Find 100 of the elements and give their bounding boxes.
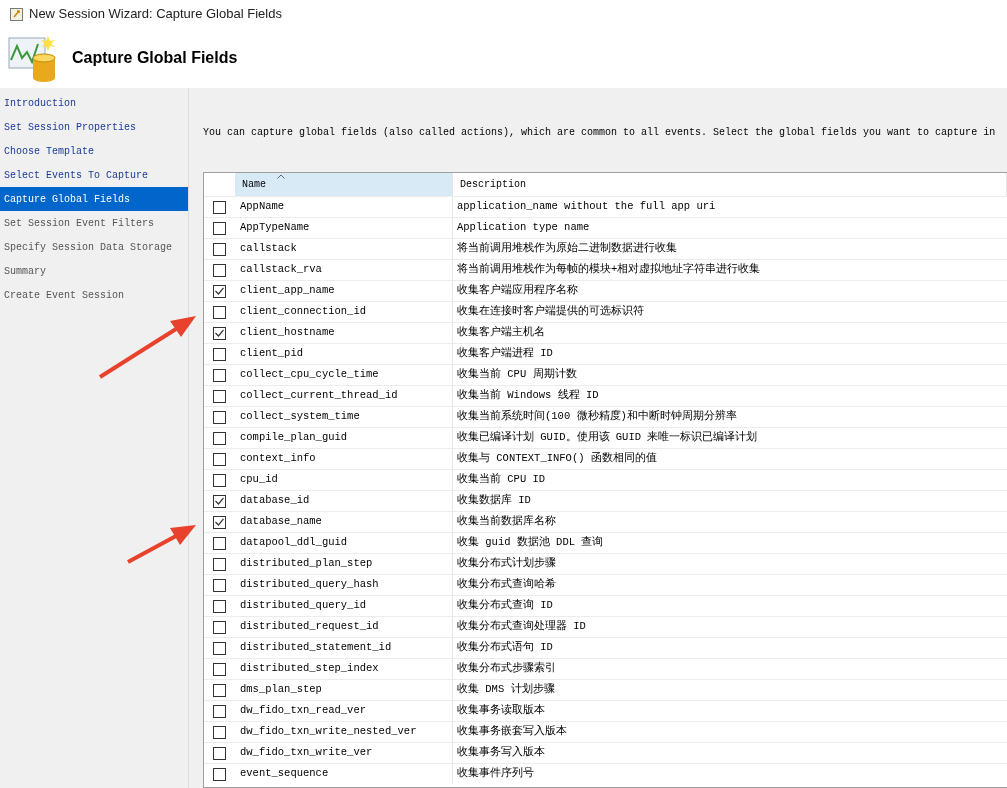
checkbox[interactable] [213, 221, 226, 235]
checkbox[interactable] [213, 389, 226, 403]
field-name-cell: callstack [235, 239, 453, 259]
wizard-step[interactable]: Specify Session Data Storage [0, 235, 188, 259]
description-cell-text: application_name without the full app uri [456, 199, 717, 215]
field-name-cell: database_id [235, 491, 453, 511]
checkmark-icon [215, 518, 224, 526]
checkmark-icon [215, 329, 224, 337]
field-name-cell: AppTypeName [235, 218, 453, 238]
checkbox[interactable] [213, 683, 226, 697]
page-title: Capture Global Fields [72, 48, 238, 68]
field-name-cell: dms_plan_step [235, 680, 453, 700]
checkbox[interactable] [213, 494, 226, 508]
field-name-cell: dw_fido_txn_write_nested_ver [235, 722, 453, 742]
description-cell-text: 收集 DMS 计划步骤 [456, 682, 556, 698]
field-name-cell: client_connection_id [235, 302, 453, 322]
description-cell-text: 收集分布式查询 ID [456, 598, 554, 614]
field-name-cell: distributed_query_id [235, 596, 453, 616]
wizard-step[interactable]: Summary [0, 259, 188, 283]
chart-database-drawing [8, 34, 58, 82]
description-cell-text: 收集在连接时客户端提供的可选标识符 [456, 304, 645, 320]
checkbox[interactable] [213, 599, 226, 613]
checkbox[interactable] [213, 200, 226, 214]
checkbox[interactable] [213, 473, 226, 487]
field-name-cell: dw_fido_txn_read_ver [235, 701, 453, 721]
window-title: New Session Wizard: Capture Global Fields [29, 5, 282, 24]
description-cell-text: 收集分布式查询哈希 [456, 577, 557, 593]
description-cell-text: 将当前调用堆栈作为每帧的模块+相对虚拟地址字符串进行收集 [456, 262, 762, 278]
description-cell-text: 收集客户端进程 ID [456, 346, 554, 362]
field-name-cell: collect_cpu_cycle_time [235, 365, 453, 385]
column-header[interactable]: Name [235, 173, 453, 196]
description-cell-text: 收集事务嵌套写入版本 [456, 724, 568, 740]
description-cell-text: 收集当前数据库名称 [456, 514, 557, 530]
wizard-step[interactable]: Choose Template [0, 139, 188, 163]
field-name-cell: callstack_rva [235, 260, 453, 280]
wizard-step[interactable]: Set Session Event Filters [0, 211, 188, 235]
description-cell-text: 收集 guid 数据池 DDL 查询 [456, 535, 605, 551]
annotation-arrow [127, 525, 196, 564]
checkbox[interactable] [213, 368, 226, 382]
description-cell-text: 收集与 CONTEXT_INFO() 函数相同的值 [456, 451, 658, 467]
checkbox[interactable] [213, 725, 226, 739]
checkbox[interactable] [213, 263, 226, 277]
checkbox[interactable] [213, 515, 226, 529]
checkmark-icon [215, 497, 224, 505]
checkbox[interactable] [213, 326, 226, 340]
checkbox[interactable] [213, 557, 226, 571]
checkbox[interactable] [213, 284, 226, 298]
field-name-cell: distributed_plan_step [235, 554, 453, 574]
description-cell-text: 收集客户端主机名 [456, 325, 546, 341]
sort-ascending-icon [277, 174, 285, 179]
description-cell-text: 将当前调用堆栈作为原始二进制数据进行收集 [456, 241, 678, 257]
description-cell-text: 收集当前 Windows 线程 ID [456, 388, 600, 404]
checkbox[interactable] [213, 641, 226, 655]
field-name-cell: AppName [235, 197, 453, 217]
field-name-cell: distributed_query_hash [235, 575, 453, 595]
field-name-cell: cpu_id [235, 470, 453, 490]
field-name-cell: context_info [235, 449, 453, 469]
wizard-step[interactable]: Set Session Properties [0, 115, 188, 139]
field-name-cell: client_pid [235, 344, 453, 364]
checkbox[interactable] [213, 746, 226, 760]
field-name-cell: dw_fido_txn_write_ver [235, 743, 453, 763]
description-cell-text: 收集事务读取版本 [456, 703, 546, 719]
wizard-icon [10, 7, 23, 21]
field-name-cell: compile_plan_guid [235, 428, 453, 448]
checkbox[interactable] [213, 536, 226, 550]
description-cell-text: 收集事务写入版本 [456, 745, 546, 761]
description-cell-text: Application type name [456, 220, 591, 236]
wizard-step[interactable]: Capture Global Fields [0, 187, 188, 211]
description-cell-text: 收集事件序列号 [456, 766, 535, 782]
description-cell-text: 收集分布式步骤索引 [456, 660, 557, 677]
field-name-cell: collect_current_thread_id [235, 386, 453, 406]
field-name-cell: distributed_statement_id [235, 638, 453, 658]
checkbox[interactable] [213, 305, 226, 319]
wizard-step[interactable]: Select Events To Capture [0, 163, 188, 187]
description-cell-text: 收集当前 CPU ID [456, 472, 547, 488]
description-cell-text: 收集当前 CPU 周期计数 [456, 367, 578, 383]
checkbox[interactable] [213, 242, 226, 256]
checkbox[interactable] [213, 452, 226, 466]
checkbox[interactable] [213, 578, 226, 592]
description-cell-text: 收集分布式查询处理器 ID [456, 619, 587, 635]
checkbox[interactable] [213, 347, 226, 361]
field-name-cell: distributed_step_index [235, 659, 453, 679]
wizard-step[interactable]: Introduction [0, 91, 188, 115]
field-name-cell: client_hostname [235, 323, 453, 343]
checkbox[interactable] [213, 662, 226, 676]
field-name-cell: event_sequence [235, 764, 453, 784]
checkbox[interactable] [213, 704, 226, 718]
field-name-cell: client_app_name [235, 281, 453, 301]
checkbox[interactable] [213, 431, 226, 445]
field-name-cell: database_name [235, 512, 453, 532]
description-cell-text: 收集分布式语句 ID [456, 640, 554, 656]
field-name-cell: distributed_request_id [235, 617, 453, 637]
description-cell-text: 收集当前系统时间(100 微秒精度)和中断时钟周期分辨率 [456, 409, 738, 425]
checkbox[interactable] [213, 767, 226, 781]
wizard-step[interactable]: Create Event Session [0, 283, 188, 307]
description-cell-text: 收集已编译计划 GUID。使用该 GUID 来唯一标识已编译计划 [456, 430, 759, 446]
checkbox[interactable] [213, 410, 226, 424]
checkmark-icon [215, 287, 224, 295]
checkbox[interactable] [213, 620, 226, 634]
field-name-cell: collect_system_time [235, 407, 453, 427]
